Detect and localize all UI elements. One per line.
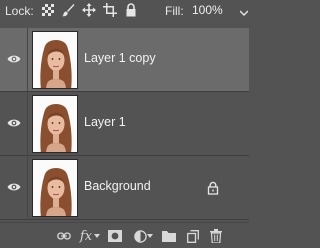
chevron-down-icon[interactable] [146, 228, 154, 244]
new-layer-icon[interactable] [185, 228, 201, 244]
layer-thumbnail[interactable] [32, 159, 78, 217]
eye-icon [7, 115, 21, 133]
layer-row[interactable]: Layer 1 copy [0, 28, 249, 92]
lock-icon [207, 181, 219, 195]
padlock-icon[interactable] [124, 3, 138, 17]
fx-icon[interactable]: fx [78, 228, 94, 244]
chevron-down-icon[interactable] [93, 228, 101, 244]
visibility-toggle[interactable] [0, 156, 28, 220]
layer-name[interactable]: Layer 1 copy [84, 51, 156, 65]
folder-icon[interactable] [161, 228, 177, 244]
brush-lock-icon[interactable] [61, 3, 75, 17]
layer-row[interactable]: Background [0, 156, 249, 220]
fill-input[interactable]: 100% [189, 2, 237, 19]
layer-name[interactable]: Background [84, 179, 151, 193]
chevron-down-icon[interactable] [239, 6, 249, 16]
layer-thumbnail[interactable] [32, 95, 78, 153]
visibility-toggle[interactable] [0, 92, 28, 156]
layers-panel: Lock: Fill: 100% Layer 1 copy Layer 1 Ba… [0, 0, 249, 248]
layers-bottom-bar: fx [0, 222, 249, 248]
layers-options-bar: Lock: Fill: 100% [0, 0, 249, 22]
fill-label: Fill: [165, 4, 184, 18]
layer-thumbnail[interactable] [32, 31, 78, 89]
eye-icon [7, 179, 21, 197]
layer-row[interactable]: Layer 1 [0, 92, 249, 156]
lock-label: Lock: [5, 4, 34, 18]
layers-list: Layer 1 copy Layer 1 Background [0, 28, 249, 220]
mask-icon[interactable] [107, 228, 123, 244]
move-lock-icon[interactable] [82, 3, 96, 17]
link-icon[interactable] [56, 228, 72, 244]
visibility-toggle[interactable] [0, 28, 28, 92]
artboard-lock-icon[interactable] [103, 3, 117, 17]
trash-icon[interactable] [208, 228, 224, 244]
layer-name[interactable]: Layer 1 [84, 115, 126, 129]
checkerboard-lock-icon[interactable] [41, 3, 55, 17]
eye-icon [7, 51, 21, 69]
